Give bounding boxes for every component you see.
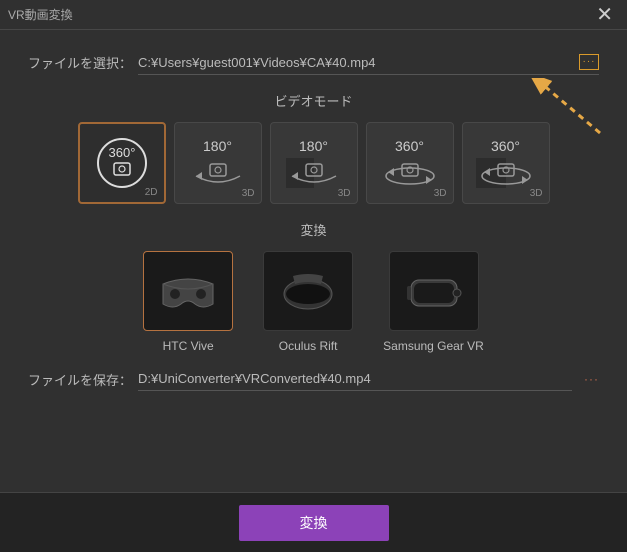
mode-arc-icon: [286, 158, 342, 188]
footer: 変換: [0, 492, 627, 552]
file-select-wrap: ···: [138, 50, 599, 75]
mode-360-3d-a[interactable]: 360° 3D: [366, 122, 454, 204]
mode-degree: 360°: [491, 138, 520, 154]
mode-badge: 3D: [338, 188, 351, 199]
mode-arc-icon: [190, 158, 246, 188]
file-save-label: ファイルを保存：: [28, 370, 138, 389]
devices: HTC Vive Oculus Rift Samsun: [28, 251, 599, 353]
mode-ellipse-icon: [380, 158, 440, 188]
file-select-row: ファイルを選択： ···: [28, 50, 599, 75]
file-select-label: ファイルを選択：: [28, 53, 138, 72]
convert-title: 変換: [28, 220, 599, 239]
device-label: Samsung Gear VR: [383, 339, 484, 353]
device-label: Oculus Rift: [279, 339, 338, 353]
oculus-rift-icon: [273, 266, 343, 316]
mode-badge: 2D: [145, 187, 158, 198]
mode-degree: 360°: [395, 138, 424, 154]
file-save-input[interactable]: [138, 371, 572, 386]
svg-text:360°: 360°: [108, 145, 135, 160]
browse-button[interactable]: ···: [579, 54, 599, 70]
mode-badge: 3D: [530, 188, 543, 199]
mode-360-circle-icon: 360°: [92, 133, 152, 193]
device-label: HTC Vive: [163, 339, 214, 353]
close-icon[interactable]: ✕: [590, 2, 619, 27]
window-title: VR動画変換: [8, 6, 73, 23]
device-box: [143, 251, 233, 331]
titlebar: VR動画変換 ✕: [0, 0, 627, 30]
browse-save-button[interactable]: ···: [584, 372, 599, 386]
mode-180-3d-b[interactable]: 180° 3D: [270, 122, 358, 204]
device-oculus-rift[interactable]: Oculus Rift: [263, 251, 353, 353]
content: ファイルを選択： ··· ビデオモード 360° 2D 180° 3D: [0, 30, 627, 391]
mode-badge: 3D: [434, 188, 447, 199]
mode-360-3d-b[interactable]: 360° 3D: [462, 122, 550, 204]
mode-ellipse-icon: [476, 158, 536, 188]
mode-degree: 180°: [299, 138, 328, 154]
video-mode-title: ビデオモード: [28, 91, 599, 110]
file-save-row: ファイルを保存： ···: [28, 367, 599, 391]
htc-vive-icon: [153, 266, 223, 316]
file-select-input[interactable]: [138, 55, 573, 70]
mode-360-2d[interactable]: 360° 2D: [78, 122, 166, 204]
device-box: [389, 251, 479, 331]
mode-badge: 3D: [242, 188, 255, 199]
mode-180-3d-a[interactable]: 180° 3D: [174, 122, 262, 204]
file-save-wrap: [138, 367, 572, 391]
device-samsung-gear-vr[interactable]: Samsung Gear VR: [383, 251, 484, 353]
convert-button[interactable]: 変換: [239, 505, 389, 541]
mode-degree: 180°: [203, 138, 232, 154]
device-box: [263, 251, 353, 331]
video-modes: 360° 2D 180° 3D 180°: [28, 122, 599, 204]
samsung-gear-icon: [399, 266, 469, 316]
device-htc-vive[interactable]: HTC Vive: [143, 251, 233, 353]
